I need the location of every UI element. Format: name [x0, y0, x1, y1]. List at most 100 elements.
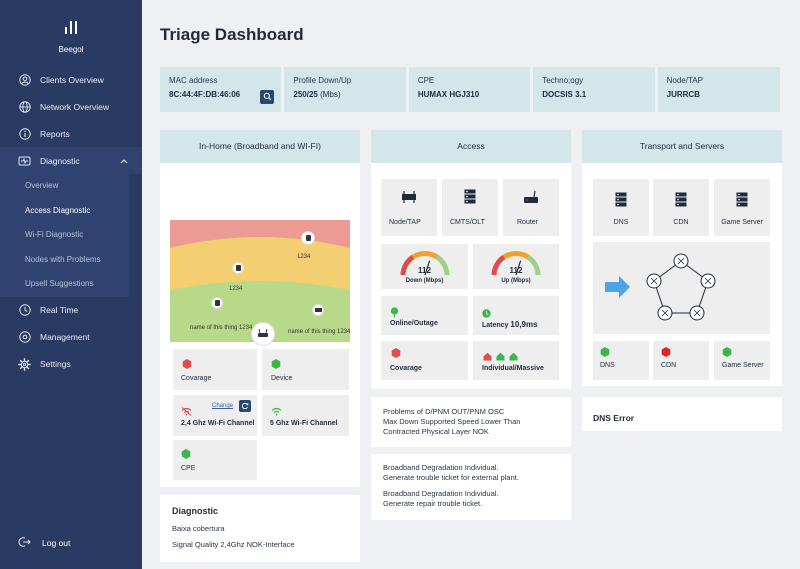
- node-tap-tile[interactable]: Node/TAP: [381, 179, 437, 236]
- change-channel-link[interactable]: Change: [212, 403, 233, 409]
- mac-address-label: MAC address: [169, 76, 218, 85]
- game-server-status-tile[interactable]: Game Server: [714, 341, 770, 380]
- node-field: Node/TAP JURRCB: [657, 67, 781, 112]
- device-marker[interactable]: [232, 262, 244, 274]
- device-icon: [214, 300, 220, 306]
- sidebar-subitem-upsell-suggestions[interactable]: Upsell Suggestions: [0, 272, 129, 297]
- device-marker[interactable]: 1234: [297, 245, 321, 263]
- access-degradation-card: Broadband Degradation Individual. Genera…: [371, 454, 571, 520]
- stethoscope-icon: [18, 154, 31, 167]
- mac-address-field: MAC address 8C:44:4F:DB:46:06: [160, 67, 282, 112]
- search-button[interactable]: [260, 88, 275, 106]
- cdn-server-tile[interactable]: CDN: [653, 179, 709, 236]
- sidebar-subitem-nodes-with-problems[interactable]: Nodes with Problems: [0, 248, 129, 273]
- cdn-server-label: CDN: [673, 219, 689, 226]
- device-tile[interactable]: Device: [262, 349, 349, 390]
- sidebar-item-settings[interactable]: Settings: [0, 351, 142, 378]
- latency-tile[interactable]: Latency 10,9ms: [473, 296, 559, 335]
- sidebar-item-management[interactable]: Management: [0, 324, 142, 351]
- hexagon-status-icon: [182, 359, 192, 369]
- game-server-tile[interactable]: Game Server: [714, 179, 770, 236]
- technology-field: Techno;ogy DOCSIS 3.1: [533, 67, 655, 112]
- hexagon-status-icon: [661, 347, 671, 357]
- clock-icon: [18, 304, 31, 317]
- logo-icon: [65, 20, 77, 34]
- sidebar-item-network-overview[interactable]: Network Overview: [0, 93, 142, 120]
- diagnostic-title: Diagnostic: [172, 506, 219, 516]
- home-icon: [509, 348, 518, 366]
- degradation-line: Broadband Degradation Individual.: [383, 463, 499, 472]
- online-tile[interactable]: Online/Outage: [381, 296, 468, 335]
- sidebar-subitem-overview[interactable]: Overview: [0, 174, 129, 199]
- wifi24-tile[interactable]: Change 2,4 Ghz Wi-Fi Channel: [173, 395, 257, 436]
- diagnostic-line: Baixa cobertura: [172, 524, 225, 533]
- cpe-label: CPE: [181, 465, 196, 472]
- dns-error-text: DNS Error: [593, 413, 635, 423]
- refresh-button[interactable]: [239, 400, 251, 412]
- device-marker[interactable]: name of this thing 1234: [288, 320, 360, 338]
- chevron-up-icon[interactable]: [120, 156, 128, 166]
- individual-massive-tile[interactable]: Individual/Massive: [473, 341, 559, 380]
- device-marker[interactable]: 1234: [229, 277, 253, 295]
- cpe-field: CPE HUMAX HGJ310: [408, 67, 531, 112]
- game-server-status-label: Game Server: [722, 362, 764, 369]
- latency-text: Latency: [482, 322, 509, 329]
- device-label: 1234: [297, 254, 311, 260]
- server-icon: [736, 192, 748, 212]
- cpe-label: CPE: [417, 76, 435, 85]
- cdn-status-tile[interactable]: CDN: [653, 341, 709, 380]
- router-tile[interactable]: Router: [503, 179, 559, 236]
- wifi5-label: 5 Ghz Wi-Fi Channel: [270, 420, 338, 427]
- transport-panel: Transport and Servers: [582, 130, 782, 163]
- upload-gauge-tile: 112 Up (Mbps): [473, 244, 559, 289]
- sidebar-item-clients-overview[interactable]: Clients Overview: [0, 66, 142, 93]
- sidebar-item-reports[interactable]: Reports: [0, 120, 142, 147]
- page-title: Triage Dashboard: [160, 25, 304, 44]
- customer-info-bar: MAC address 8C:44:4F:DB:46:06 Profile Do…: [160, 67, 781, 112]
- wifi5-tile[interactable]: 5 Ghz Wi-Fi Channel: [262, 395, 349, 436]
- access-problems-card: Problems of D/PNM OUT/PNM OSC Max Down S…: [371, 397, 571, 447]
- node-icon: [401, 190, 417, 209]
- sidebar-item-diagnostic[interactable]: Diagnostic: [0, 147, 142, 174]
- dns-status-label: DNS: [600, 362, 615, 369]
- diagnostic-line: Signal Quality 2,4Ghz NOK-Interface: [172, 540, 295, 549]
- dns-server-label: DNS: [613, 219, 629, 226]
- cmts-tile[interactable]: CMTS/OLT: [442, 179, 498, 236]
- problem-line: Problems of D/PNM OUT/PNM OSC: [383, 407, 505, 416]
- sidebar-subitem-wifi-diagnostic[interactable]: Wi-Fi Diagnostic: [0, 223, 129, 248]
- router-marker[interactable]: [251, 322, 275, 346]
- technology-value: DOCSIS 3.1: [542, 90, 587, 99]
- access-coverage-tile[interactable]: Covarage: [381, 341, 468, 380]
- game-server-label: Game Server: [721, 219, 763, 226]
- device-marker[interactable]: [312, 304, 324, 316]
- upload-speed-label: Up (Mbps): [501, 278, 531, 284]
- device-icon: [235, 265, 241, 271]
- router-icon: [257, 325, 269, 343]
- hexagon-status-icon: [181, 449, 191, 459]
- device-marker[interactable]: [211, 297, 223, 309]
- gear-icon: [18, 331, 31, 344]
- server-icon: [675, 192, 687, 212]
- dns-server-tile[interactable]: DNS: [593, 179, 649, 236]
- coverage-tile[interactable]: Covarage: [173, 349, 257, 390]
- sidebar-item-real-time[interactable]: Real Time: [0, 297, 142, 324]
- degradation-line: Generate trouble ticket for external pla…: [383, 473, 519, 482]
- cpe-tile[interactable]: CPE: [173, 440, 257, 480]
- transport-title: Transport and Servers: [582, 130, 782, 163]
- online-label: Online/Outage: [390, 320, 438, 327]
- info-icon: [18, 127, 31, 140]
- dns-status-tile[interactable]: DNS: [593, 341, 649, 380]
- technology-label: Techno;ogy: [542, 76, 584, 85]
- hexagon-status-icon: [391, 348, 401, 358]
- server-icon: [464, 189, 476, 209]
- search-icon: [263, 88, 272, 106]
- profile-label: Profile Down/Up: [293, 76, 352, 85]
- sidebar-subitem-access-diagnostic[interactable]: Access Diagnostic: [0, 199, 129, 224]
- globe-icon: [18, 100, 31, 113]
- device-marker[interactable]: [301, 231, 315, 245]
- cdn-status-label: CDN: [661, 362, 677, 369]
- logout-button[interactable]: Log out: [18, 536, 70, 550]
- logout-label: Log out: [42, 538, 71, 548]
- download-speed-value: 112: [418, 266, 431, 275]
- download-gauge-tile: 112 Down (Mbps): [381, 244, 468, 289]
